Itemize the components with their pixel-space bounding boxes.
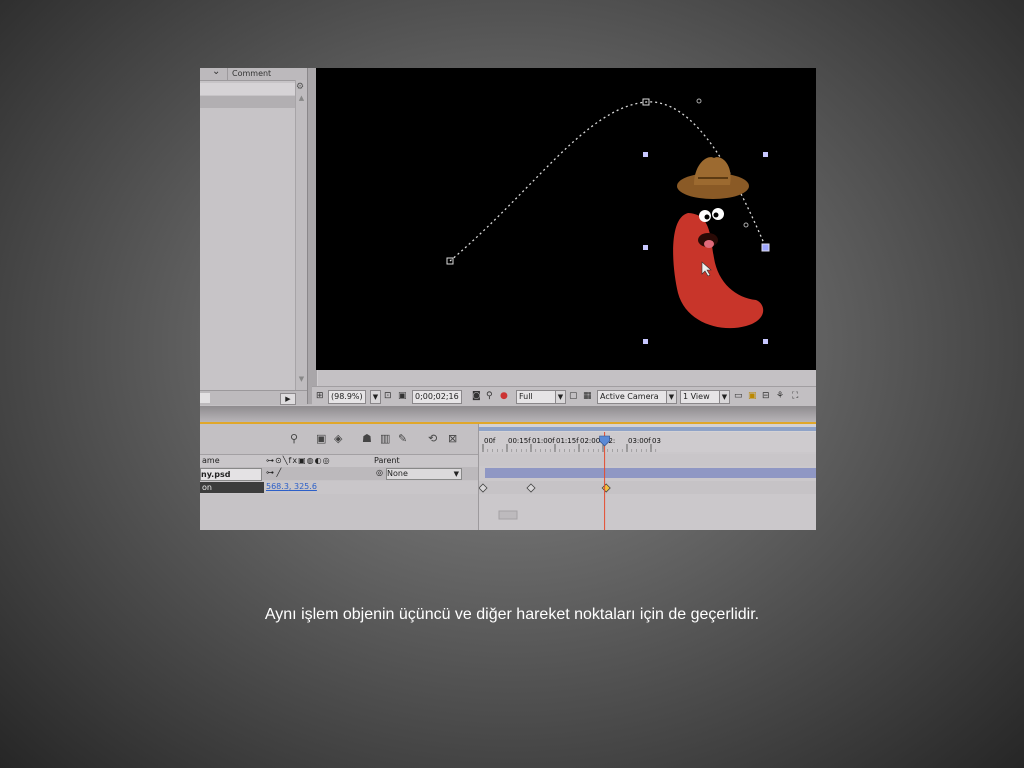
position-x-value[interactable]: 568.3 bbox=[266, 482, 289, 491]
chevron-down-icon[interactable]: ▼ bbox=[454, 469, 459, 479]
bezier-handle[interactable] bbox=[696, 98, 702, 104]
left-pupil bbox=[704, 214, 710, 220]
resolution-select[interactable]: Full bbox=[516, 390, 556, 404]
parent-select[interactable]: None ▼ bbox=[386, 468, 462, 480]
pick-whip-icon[interactable]: ◎ bbox=[376, 468, 383, 477]
show-snapshot-icon[interactable]: ⚲ bbox=[486, 390, 493, 402]
viewer-toolbar: ⊞ (98.9%) ▼ ⊡ ▣ 0;00;02;16 ◙ ⚲ ● Full ▼ … bbox=[312, 386, 816, 407]
position-value[interactable]: 568.3, 325.6 bbox=[266, 482, 317, 491]
layer-switch-icon[interactable]: ⊶ ╱ bbox=[266, 468, 281, 477]
bezier-handle-2[interactable] bbox=[743, 222, 749, 228]
ruler-tick-label: 03 bbox=[652, 437, 661, 445]
timeline-column-header: ame ⊶⊙╲fx▣◍◐◎ Parent bbox=[200, 454, 478, 468]
chili-character[interactable] bbox=[673, 157, 764, 329]
chevron-down-icon[interactable]: ▼ bbox=[370, 390, 381, 404]
parent-select-value: None bbox=[387, 469, 408, 478]
always-preview-icon[interactable]: ⊞ bbox=[316, 390, 324, 402]
chevron-down-icon[interactable]: ▼ bbox=[719, 390, 730, 404]
shy-layers-icon[interactable]: ☗ bbox=[362, 432, 372, 445]
position-y-value[interactable]: 325.6 bbox=[294, 482, 317, 491]
search-icon[interactable]: ⚲ bbox=[290, 432, 298, 445]
comp-mini-flowchart-icon[interactable]: ▣ bbox=[316, 432, 326, 445]
property-name[interactable]: on bbox=[200, 482, 264, 493]
timeline-zoom-widget[interactable] bbox=[498, 510, 518, 520]
frame-blending-icon[interactable]: ▥ bbox=[380, 432, 390, 445]
bound-handle[interactable] bbox=[643, 152, 648, 157]
right-pupil bbox=[713, 212, 719, 218]
transparency-grid-icon[interactable]: ▦ bbox=[583, 390, 592, 402]
camera-snapshot-icon[interactable]: ◙ bbox=[472, 390, 481, 402]
parent-column[interactable]: Parent bbox=[374, 456, 400, 465]
timeline-toolbar: ⚲ ▣ ◈ ☗ ▥ ✎ ⟲ ⊠ bbox=[200, 424, 478, 454]
timeline-graph-area[interactable]: 00f00:15f01:00f01:15f02:00f02:03:00f03 bbox=[478, 424, 816, 530]
scroll-up-icon[interactable]: ▲ bbox=[297, 94, 306, 103]
ruler-tick-label: 01:00f bbox=[532, 437, 555, 445]
toggle-pixel-icon[interactable]: ▭ bbox=[734, 390, 743, 402]
chili-body bbox=[673, 213, 764, 329]
ruler-tick-label: 00f bbox=[484, 437, 496, 445]
flowchart-icon[interactable]: ⚘ bbox=[776, 390, 784, 402]
ruler-tick-label: 00:15f bbox=[508, 437, 531, 445]
project-item-row[interactable] bbox=[200, 83, 295, 95]
play-icon[interactable]: ▶ bbox=[280, 393, 296, 405]
after-effects-screenshot: ⌄ Comment ▲ ▼ ⚙ ▶ ⊞ (98.9%) ▼ ⊡ ▣ 0;00;0… bbox=[200, 68, 816, 530]
project-scrollbar[interactable]: ▲ ▼ bbox=[295, 80, 307, 390]
footer-box bbox=[200, 393, 210, 403]
view-layout-select[interactable]: 1 View bbox=[680, 390, 720, 404]
tongue bbox=[704, 240, 714, 248]
timeline-panel: ⚲ ▣ ◈ ☗ ▥ ✎ ⟲ ⊠ ame ⊶⊙╲fx▣◍◐◎ Parent ny.… bbox=[200, 424, 816, 530]
comment-column-header[interactable]: Comment bbox=[232, 69, 271, 78]
panel-separator-band bbox=[200, 406, 816, 424]
timeline-ruler-and-tracks[interactable]: 00f00:15f01:00f01:15f02:00f02:03:00f03 bbox=[479, 424, 816, 530]
layer-duration-bar[interactable] bbox=[485, 468, 816, 478]
panel-icon[interactable]: ⚙ bbox=[296, 82, 306, 92]
project-item-row-selected[interactable] bbox=[200, 96, 295, 108]
header-track bbox=[479, 454, 816, 466]
draft-3d-icon[interactable]: ◈ bbox=[334, 432, 342, 445]
project-panel-footer: ▶ bbox=[200, 390, 312, 405]
brainstorm-icon[interactable]: ⊠ bbox=[448, 432, 457, 445]
composition-viewer[interactable] bbox=[316, 68, 816, 370]
layer-name[interactable]: ny.psd bbox=[200, 468, 262, 481]
slide-caption: Aynı işlem objenin üçüncü ve diğer harek… bbox=[264, 606, 760, 623]
chevron-down-icon[interactable]: ⌄ bbox=[212, 68, 220, 77]
work-area-bar[interactable] bbox=[479, 427, 816, 431]
timeline-icon[interactable]: ⊟ bbox=[762, 390, 770, 402]
fast-preview-icon[interactable]: ▣ bbox=[748, 390, 757, 402]
region-of-interest-icon[interactable]: ▢ bbox=[569, 390, 578, 402]
ruler-tick-label: 01:15f bbox=[556, 437, 579, 445]
channel-icon[interactable]: ● bbox=[500, 390, 508, 402]
position-property-row[interactable]: on 568.3, 325.6 bbox=[200, 481, 478, 494]
graph-editor-icon[interactable]: ⟲ bbox=[428, 432, 437, 445]
scroll-down-icon[interactable]: ▼ bbox=[297, 375, 306, 384]
motion-blur-icon[interactable]: ✎ bbox=[398, 432, 407, 445]
grid-icon[interactable]: ⊡ bbox=[384, 390, 392, 402]
layer-row[interactable]: ny.psd ⊶ ╱ ◎ None ▼ bbox=[200, 467, 478, 481]
column-separator bbox=[227, 68, 228, 80]
keyframe-point-3[interactable] bbox=[761, 243, 770, 252]
bound-handle[interactable] bbox=[763, 339, 768, 344]
composition-canvas bbox=[446, 98, 770, 344]
layer-name-column[interactable]: ame bbox=[202, 456, 220, 465]
timecode-field[interactable]: 0;00;02;16 bbox=[412, 390, 462, 404]
switches-column-icon[interactable]: ⊶⊙╲fx▣◍◐◎ bbox=[266, 456, 331, 465]
bound-handle[interactable] bbox=[763, 152, 768, 157]
camera-select[interactable]: Active Camera bbox=[597, 390, 667, 404]
bound-handle[interactable] bbox=[643, 245, 648, 250]
ruler-tick-label: 03:00f bbox=[628, 437, 651, 445]
chevron-down-icon[interactable]: ▼ bbox=[555, 390, 566, 404]
chevron-down-icon[interactable]: ▼ bbox=[666, 390, 677, 404]
bound-handle[interactable] bbox=[643, 339, 648, 344]
region-icon[interactable]: ▣ bbox=[398, 390, 407, 402]
expand-icon[interactable]: ⛶ bbox=[792, 390, 798, 402]
project-panel: ⌄ Comment ▲ ▼ ⚙ ▶ bbox=[200, 68, 312, 405]
magnification-select[interactable]: (98.9%) bbox=[328, 390, 366, 404]
hat-crown bbox=[694, 157, 731, 185]
